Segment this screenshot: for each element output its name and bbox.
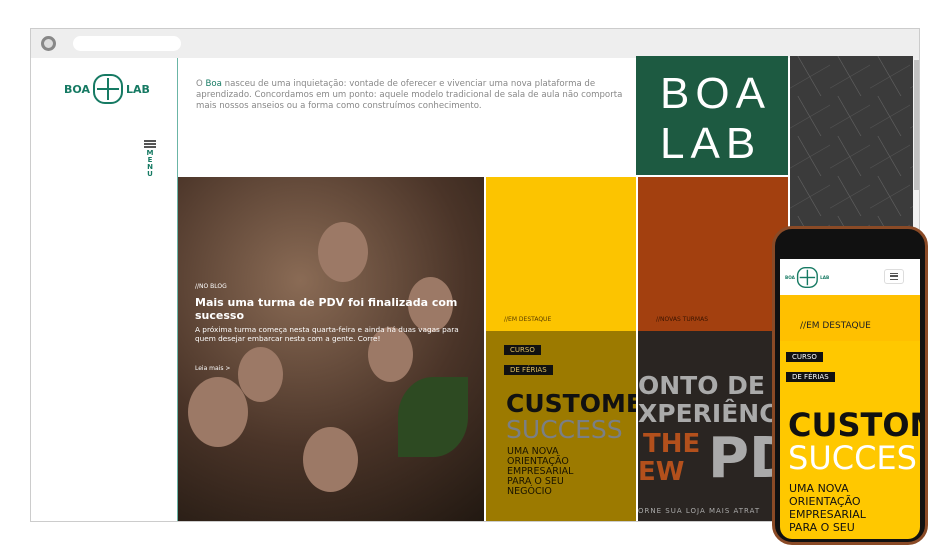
menu-label: MENU [146, 149, 154, 178]
poster-title: SUCCESS [506, 415, 623, 444]
new-classes-label: //NOVAS TURMAS [656, 316, 709, 323]
new-classes-tile[interactable]: //NOVAS TURMAS [638, 177, 788, 331]
sidebar: BOA LAB MENU [31, 58, 178, 521]
poster-title: XPERIÊNC [638, 399, 778, 428]
featured-tile[interactable]: //EM DESTAQUE [486, 177, 636, 331]
intro-highlight: Boa [205, 79, 222, 89]
phone-header: BOA LAB [780, 259, 920, 295]
phone-logo[interactable]: BOA LAB [785, 267, 829, 288]
poster-badge: CURSO [786, 352, 823, 362]
poster-title: THE [643, 429, 701, 459]
phone-featured-label: //EM DESTAQUE [800, 321, 871, 331]
brand-tile: BOA LAB [636, 56, 788, 175]
poster-title: EW [638, 457, 685, 487]
blog-title[interactable]: Mais uma turma de PDV foi finalizada com… [195, 296, 480, 322]
logo-knot-icon [92, 74, 123, 104]
logo[interactable]: BOA LAB [64, 74, 150, 104]
customer-success-poster[interactable]: CURSO DE FÉRIAS CUSTOMER SUCCESS UMA NOV… [486, 331, 636, 521]
logo-knot-icon [797, 267, 819, 288]
blog-card[interactable]: //NO BLOG Mais uma turma de PDV foi fina… [178, 177, 484, 521]
read-more-link[interactable]: Leia mais > [195, 365, 480, 372]
address-bar[interactable] [73, 36, 181, 51]
browser-toolbar [31, 29, 919, 58]
hamburger-icon [890, 273, 898, 280]
phone-menu-button[interactable] [884, 269, 904, 284]
poster-title: CUSTOMER [506, 389, 636, 418]
phone-mockup: BOA LAB //EM DESTAQUE CURSO DE FÉRIAS CUS… [772, 226, 928, 545]
intro-text: O Boa nasceu de uma inquietação: vontade… [196, 79, 623, 111]
phone-poster-title: SUCCES [788, 439, 917, 477]
hamburger-icon [144, 140, 156, 148]
pdv-poster[interactable]: ONTO DE XPERIÊNC THE EW PD ORNE SUA LOJA… [638, 331, 788, 521]
scrollbar-thumb[interactable] [914, 60, 919, 190]
poster-footer: ORNE SUA LOJA MAIS ATRAT [638, 507, 761, 515]
poster-badge: DE FÉRIAS [786, 372, 835, 382]
featured-label: //EM DESTAQUE [504, 316, 552, 323]
blog-subtitle: A próxima turma começa nesta quarta-feir… [195, 325, 459, 343]
poster-badge: CURSO [504, 345, 541, 355]
browser-button-icon[interactable] [41, 36, 56, 51]
blog-kicker: //NO BLOG [195, 283, 227, 290]
poster-badge: DE FÉRIAS [504, 365, 553, 375]
poster-title: ONTO DE [638, 371, 766, 400]
phone-screen: BOA LAB //EM DESTAQUE CURSO DE FÉRIAS CUS… [780, 259, 920, 539]
menu-button[interactable]: MENU [144, 140, 156, 178]
logo-text-left: BOA [64, 82, 90, 96]
logo-text-right: LAB [125, 82, 150, 96]
phone-poster-title: CUSTOM [788, 406, 920, 444]
